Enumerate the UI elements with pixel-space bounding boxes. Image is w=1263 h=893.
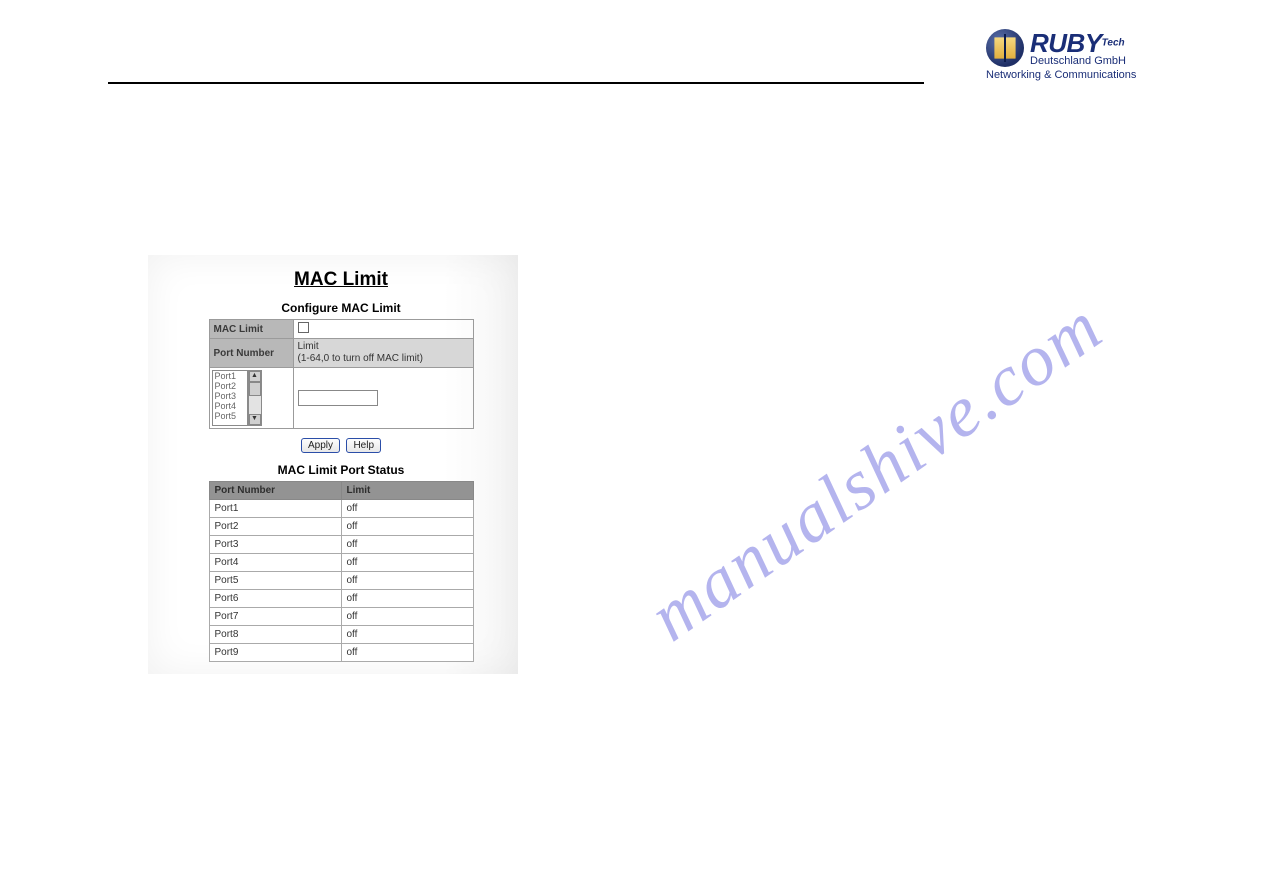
configure-section-title: Configure MAC Limit — [192, 301, 490, 315]
limit-header-cell: Limit (1-64,0 to turn off MAC limit) — [293, 339, 473, 368]
table-row: Port7off — [209, 608, 473, 626]
status-port: Port3 — [209, 536, 341, 554]
status-limit: off — [341, 518, 473, 536]
status-limit: off — [341, 500, 473, 518]
page-title: MAC Limit — [192, 269, 490, 291]
limit-input-cell — [293, 368, 473, 429]
status-port: Port9 — [209, 644, 341, 662]
help-button[interactable]: Help — [346, 438, 381, 453]
brand-logo-icon — [986, 29, 1024, 67]
port-select-cell: Port1 Port2 Port3 Port4 Port5 ▲ ▼ — [209, 368, 293, 429]
port-listbox[interactable]: Port1 Port2 Port3 Port4 Port5 — [212, 370, 248, 426]
mac-limit-label: MAC Limit — [209, 320, 293, 339]
apply-button[interactable]: Apply — [301, 438, 340, 453]
port-scrollbar[interactable]: ▲ ▼ — [248, 370, 262, 426]
status-port: Port7 — [209, 608, 341, 626]
limit-label-line1: Limit — [298, 341, 319, 352]
status-header-limit: Limit — [341, 482, 473, 500]
scroll-up-icon[interactable]: ▲ — [249, 371, 261, 382]
status-port: Port8 — [209, 626, 341, 644]
mac-limit-panel: MAC Limit Configure MAC Limit MAC Limit … — [148, 255, 518, 674]
status-limit: off — [341, 554, 473, 572]
status-port: Port2 — [209, 518, 341, 536]
list-item[interactable]: Port5 — [215, 412, 245, 422]
table-row: Port9off — [209, 644, 473, 662]
status-limit: off — [341, 536, 473, 554]
status-port: Port4 — [209, 554, 341, 572]
table-row: Port2off — [209, 518, 473, 536]
brand-subline-1: Deutschland GmbH — [1030, 55, 1126, 67]
mac-limit-cell — [293, 320, 473, 339]
scroll-thumb[interactable] — [249, 382, 261, 396]
status-port: Port6 — [209, 590, 341, 608]
brand-subline-2: Networking & Communications — [986, 69, 1166, 81]
mac-limit-checkbox[interactable] — [298, 322, 309, 333]
scroll-down-icon[interactable]: ▼ — [249, 414, 261, 425]
status-section-title: MAC Limit Port Status — [192, 463, 490, 477]
limit-label-line2: (1-64,0 to turn off MAC limit) — [298, 353, 423, 364]
table-row: Port5off — [209, 572, 473, 590]
status-table: Port Number Limit Port1off Port2off Port… — [209, 481, 474, 662]
brand-logo-block: RUBYTech Deutschland GmbH Networking & C… — [986, 28, 1166, 81]
button-row: Apply Help — [192, 435, 490, 453]
configure-table: MAC Limit Port Number Limit (1-64,0 to t… — [209, 319, 474, 429]
table-row: Port1off — [209, 500, 473, 518]
status-limit: off — [341, 626, 473, 644]
table-row: Port4off — [209, 554, 473, 572]
port-number-label: Port Number — [209, 339, 293, 368]
limit-input[interactable] — [298, 390, 378, 406]
table-row: Port6off — [209, 590, 473, 608]
status-limit: off — [341, 644, 473, 662]
table-row: Port8off — [209, 626, 473, 644]
header-divider — [108, 82, 924, 84]
status-port: Port1 — [209, 500, 341, 518]
brand-suffix: Tech — [1102, 38, 1125, 49]
status-port: Port5 — [209, 572, 341, 590]
status-header-port: Port Number — [209, 482, 341, 500]
status-limit: off — [341, 572, 473, 590]
status-limit: off — [341, 590, 473, 608]
brand-name: RUBY — [1030, 28, 1102, 58]
table-row: Port3off — [209, 536, 473, 554]
watermark-text: manualshive.com — [634, 285, 1117, 658]
status-limit: off — [341, 608, 473, 626]
